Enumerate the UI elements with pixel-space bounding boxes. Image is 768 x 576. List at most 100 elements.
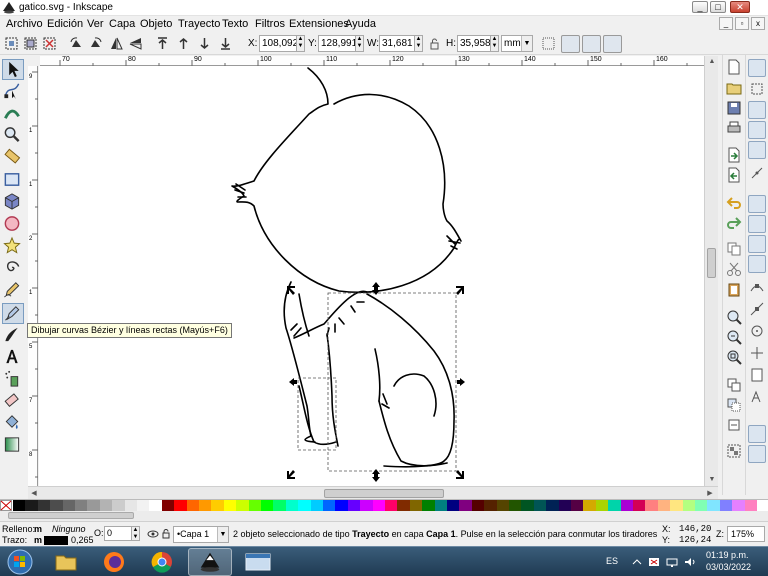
snap-smooth-nodes-icon[interactable]	[749, 279, 765, 295]
palette-swatch[interactable]	[707, 500, 721, 511]
snap-paths-toggle[interactable]	[748, 215, 766, 233]
palette-swatch[interactable]	[137, 500, 150, 511]
menu-extensiones[interactable]: Extensiones	[289, 17, 349, 31]
palette-swatch[interactable]	[323, 500, 336, 511]
doc-restore-button[interactable]: ▫	[735, 17, 749, 30]
layer-select[interactable]: •Capa 1 ▼	[173, 526, 229, 543]
scroll-down-icon[interactable]: ▼	[705, 474, 719, 486]
palette-swatch[interactable]	[99, 500, 113, 511]
rotate-ccw-icon[interactable]	[69, 36, 84, 51]
flip-vertical-icon[interactable]	[128, 36, 143, 51]
node-tool[interactable]	[2, 81, 24, 102]
palette-swatch[interactable]	[199, 500, 212, 511]
text-tool[interactable]	[2, 347, 24, 368]
palette-swatch[interactable]	[533, 500, 547, 511]
palette-swatch[interactable]	[521, 500, 535, 511]
action-center-icon[interactable]	[648, 557, 660, 567]
snap-intersections-toggle[interactable]	[748, 235, 766, 253]
tweak-tool[interactable]	[2, 103, 24, 124]
palette-swatch[interactable]	[50, 500, 64, 511]
palette-swatch[interactable]	[670, 500, 684, 511]
gradient-tool[interactable]	[2, 435, 24, 456]
scale-corners-toggle[interactable]	[561, 35, 580, 53]
snap-grid-toggle[interactable]	[748, 425, 766, 443]
clock-time[interactable]: 01:19 p.m.	[706, 550, 749, 560]
network-icon[interactable]	[666, 557, 678, 567]
language-indicator[interactable]: ES	[606, 556, 618, 566]
palette-swatch[interactable]	[434, 500, 448, 511]
bezier-pen-tool[interactable]	[2, 303, 24, 324]
taskbar-chrome[interactable]	[140, 548, 184, 576]
palette-swatch[interactable]	[471, 500, 485, 511]
clone-icon[interactable]	[726, 397, 742, 413]
x-spinner[interactable]: ▲ ▼	[296, 35, 305, 52]
y-spinner[interactable]: ▲ ▼	[355, 35, 364, 52]
snap-midpoints-icon[interactable]	[749, 301, 765, 317]
horizontal-ruler[interactable]: 70 80 90 100 110 120 130 140 150 160	[40, 56, 704, 66]
canvas-horizontal-scrollbar[interactable]: ◀ ▶	[28, 486, 718, 499]
snap-bbox-midpoints-toggle[interactable]	[748, 141, 766, 159]
group-icon[interactable]	[726, 443, 742, 459]
layer-visibility-icon[interactable]	[147, 528, 159, 540]
w-field[interactable]: 31,681	[379, 35, 415, 52]
palette-swatch[interactable]	[484, 500, 498, 511]
unlink-clone-icon[interactable]	[726, 417, 742, 433]
palette-swatch[interactable]	[409, 500, 423, 511]
palette-swatch[interactable]	[149, 500, 163, 511]
palette-swatch[interactable]	[211, 500, 225, 511]
snap-enable-toggle[interactable]	[748, 59, 766, 77]
menu-archivo[interactable]: Archivo	[6, 17, 43, 31]
palette-swatch[interactable]	[62, 500, 76, 511]
snap-page-border-icon[interactable]	[749, 367, 765, 383]
palette-swatch[interactable]	[385, 500, 398, 511]
clock-date[interactable]: 03/03/2022	[706, 562, 751, 572]
palette-swatch[interactable]	[583, 500, 597, 511]
raise-to-top-icon[interactable]	[155, 36, 170, 51]
palette-swatch[interactable]	[347, 500, 361, 511]
menu-edicion[interactable]: Edición	[47, 17, 83, 31]
palette-swatch[interactable]	[633, 500, 646, 511]
palette-scroll-thumb[interactable]	[8, 512, 134, 519]
calligraphy-tool[interactable]	[2, 325, 24, 346]
drawing-canvas[interactable]	[39, 66, 704, 486]
redo-icon[interactable]	[726, 215, 742, 231]
palette-swatch[interactable]	[285, 500, 299, 511]
snap-bbox-center-icon[interactable]	[749, 165, 765, 181]
palette-swatch[interactable]	[87, 500, 101, 511]
vertical-ruler[interactable]: 9 1 1 2 1 5 7 8	[28, 66, 38, 486]
palette-swatch[interactable]	[719, 500, 733, 511]
snap-guides-toggle[interactable]	[748, 445, 766, 463]
palette-swatch[interactable]	[124, 500, 138, 511]
y-field[interactable]: 128,991	[318, 35, 357, 52]
palette-swatch[interactable]	[112, 500, 126, 511]
palette-swatch[interactable]	[298, 500, 312, 511]
palette-swatch[interactable]	[75, 500, 88, 511]
palette-swatch[interactable]	[273, 500, 287, 511]
flip-horizontal-icon[interactable]	[109, 36, 124, 51]
palette-swatch[interactable]	[13, 500, 26, 511]
palette-swatch[interactable]	[248, 500, 262, 511]
palette-swatch[interactable]	[261, 500, 274, 511]
eraser-tool[interactable]	[2, 391, 24, 412]
horizontal-scroll-thumb[interactable]	[324, 489, 444, 498]
snap-bbox-edges-toggle[interactable]	[748, 101, 766, 119]
palette-swatch[interactable]	[25, 500, 39, 511]
palette-swatch[interactable]	[310, 500, 324, 511]
cat-drawing[interactable]	[39, 66, 704, 486]
palette-scrollbar[interactable]	[0, 511, 768, 521]
stroke-width[interactable]: 0,265	[71, 535, 94, 545]
palette-swatch[interactable]	[732, 500, 746, 511]
stroke-color-swatch[interactable]	[44, 536, 68, 545]
raise-icon[interactable]	[176, 36, 191, 51]
open-folder-icon[interactable]	[726, 80, 742, 96]
deselect-icon[interactable]	[42, 36, 57, 51]
snap-nodes-toggle[interactable]	[748, 195, 766, 213]
export-icon[interactable]	[726, 167, 742, 183]
lock-icon[interactable]	[427, 36, 442, 51]
undo-icon[interactable]	[726, 195, 742, 211]
menu-texto[interactable]: Texto	[222, 17, 248, 31]
palette-swatch[interactable]	[186, 500, 200, 511]
palette-swatch[interactable]	[620, 500, 634, 511]
palette-swatch[interactable]	[236, 500, 250, 511]
zoom-page-icon[interactable]	[726, 349, 742, 365]
